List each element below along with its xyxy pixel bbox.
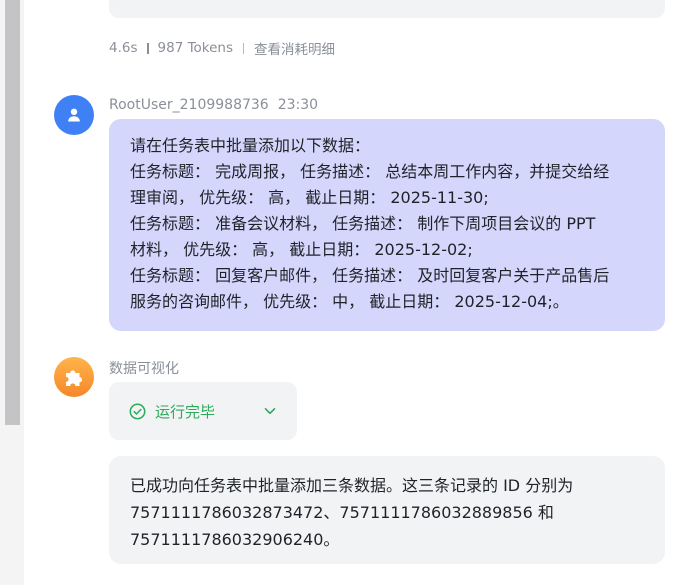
bot-reply-card: 已成功向任务表中批量添加三条数据。这三条记录的 ID 分别为 757111178… bbox=[109, 456, 665, 564]
run-status-label: 运行完毕 bbox=[155, 402, 216, 421]
reply-line: 7571111786032906240。 bbox=[130, 530, 340, 549]
plugin-name: 数据可视化 bbox=[109, 361, 179, 377]
user-message-header: RootUser_2109988736 23:30 bbox=[109, 95, 318, 115]
run-status-toggle[interactable]: 运行完毕 bbox=[109, 382, 297, 440]
user-avatar bbox=[54, 95, 94, 135]
message-line: 任务标题： 回复客户邮件， 任务描述： 及时回复客户关于产品售后 bbox=[130, 266, 610, 285]
message-time: 23:30 bbox=[277, 97, 319, 113]
author-name: RootUser_2109988736 bbox=[109, 97, 269, 113]
stats-divider bbox=[146, 42, 149, 54]
reply-line: 7571111786032873472、7571111786032889856 … bbox=[130, 503, 554, 522]
message-line: 请在任务表中批量添加以下数据： bbox=[130, 136, 371, 155]
message-line: 服务的咨询邮件， 优先级： 中， 截止日期： 2025-12-04;。 bbox=[130, 292, 569, 311]
token-count-text: 987 Tokens bbox=[157, 40, 234, 56]
duration-text: 4.6s bbox=[109, 40, 138, 56]
scrollbar-thumb[interactable] bbox=[5, 0, 20, 425]
scrollbar-track[interactable] bbox=[0, 0, 24, 585]
check-circle-icon bbox=[129, 403, 146, 419]
chevron-down-icon[interactable] bbox=[263, 404, 277, 418]
message-line: 理审阅， 优先级： 高， 截止日期： 2025-11-30; bbox=[130, 188, 489, 207]
chat-page: 4.6s 987 Tokens 查看消耗明细 RootUser_21099887… bbox=[0, 0, 680, 585]
plugin-avatar bbox=[54, 357, 94, 397]
reply-line: 已成功向任务表中批量添加三条数据。这三条记录的 ID 分别为 bbox=[130, 476, 574, 495]
message-line: 材料， 优先级： 高， 截止日期： 2025-12-02; bbox=[130, 240, 473, 259]
previous-message-card bbox=[109, 0, 665, 18]
user-icon bbox=[68, 108, 80, 122]
message-line: 任务标题： 准备会议材料， 任务描述： 制作下周项目会议的 PPT bbox=[130, 214, 596, 233]
stats-divider bbox=[243, 42, 245, 54]
message-stats: 4.6s 987 Tokens 查看消耗明细 bbox=[109, 38, 335, 58]
view-consumption-details-link[interactable]: 查看消耗明细 bbox=[254, 38, 335, 58]
puzzle-icon bbox=[66, 370, 83, 386]
message-line: 任务标题： 完成周报， 任务描述： 总结本周工作内容，并提交给经 bbox=[130, 162, 610, 181]
user-message-bubble: 请在任务表中批量添加以下数据： 任务标题： 完成周报， 任务描述： 总结本周工作… bbox=[109, 119, 665, 331]
